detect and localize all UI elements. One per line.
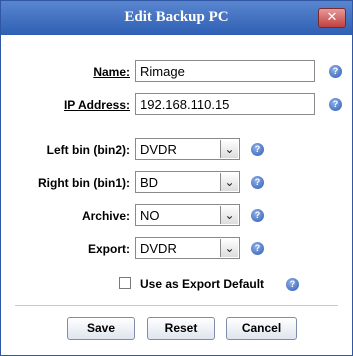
right-bin-label: Right bin (bin1):: [38, 176, 130, 190]
left-bin-value: DVDR: [140, 142, 177, 157]
archive-row: Archive: NO ⌄ ?: [1, 204, 352, 228]
help-icon[interactable]: ?: [251, 176, 264, 189]
ip-address-row: IP Address: 192.168.110.15 ?: [1, 93, 352, 117]
edit-backup-pc-dialog: Edit Backup PC ✕ Name: Rimage ? IP Addre…: [0, 0, 353, 356]
button-divider: [15, 305, 338, 306]
chevron-down-icon[interactable]: ⌄: [220, 239, 238, 257]
close-icon: ✕: [326, 10, 338, 25]
name-input[interactable]: Rimage: [135, 60, 315, 82]
archive-value: NO: [140, 208, 160, 223]
left-bin-row: Left bin (bin2): DVDR ⌄ ?: [1, 138, 352, 162]
right-bin-value: BD: [140, 175, 159, 190]
right-bin-select[interactable]: BD ⌄: [135, 171, 240, 193]
ip-address-label: IP Address:: [63, 98, 130, 112]
archive-label: Archive:: [81, 209, 130, 223]
save-button[interactable]: Save: [67, 317, 135, 340]
left-bin-label: Left bin (bin2):: [46, 143, 130, 157]
help-icon[interactable]: ?: [286, 278, 299, 291]
cancel-button[interactable]: Cancel: [226, 317, 297, 340]
right-bin-row: Right bin (bin1): BD ⌄ ?: [1, 171, 352, 195]
help-icon[interactable]: ?: [329, 98, 342, 111]
help-icon[interactable]: ?: [329, 65, 342, 78]
close-button[interactable]: ✕: [318, 8, 346, 28]
export-default-checkbox[interactable]: [119, 277, 131, 289]
name-row: Name: Rimage ?: [1, 60, 352, 84]
title-bar[interactable]: Edit Backup PC ✕: [1, 1, 352, 35]
dialog-title: Edit Backup PC: [124, 9, 229, 25]
export-value: DVDR: [140, 241, 177, 256]
export-default-row: Use as Export Default ?: [1, 273, 352, 297]
export-label: Export:: [88, 242, 130, 256]
archive-select[interactable]: NO ⌄: [135, 204, 240, 226]
chevron-down-icon[interactable]: ⌄: [220, 140, 238, 158]
ip-address-input[interactable]: 192.168.110.15: [135, 93, 315, 115]
name-label: Name:: [93, 65, 130, 79]
chevron-down-icon[interactable]: ⌄: [220, 173, 238, 191]
help-icon[interactable]: ?: [251, 209, 264, 222]
left-bin-select[interactable]: DVDR ⌄: [135, 138, 240, 160]
export-select[interactable]: DVDR ⌄: [135, 237, 240, 259]
reset-button[interactable]: Reset: [147, 317, 215, 340]
export-default-label[interactable]: Use as Export Default: [140, 277, 264, 291]
help-icon[interactable]: ?: [251, 242, 264, 255]
help-icon[interactable]: ?: [251, 143, 264, 156]
chevron-down-icon[interactable]: ⌄: [220, 206, 238, 224]
export-row: Export: DVDR ⌄ ?: [1, 237, 352, 261]
